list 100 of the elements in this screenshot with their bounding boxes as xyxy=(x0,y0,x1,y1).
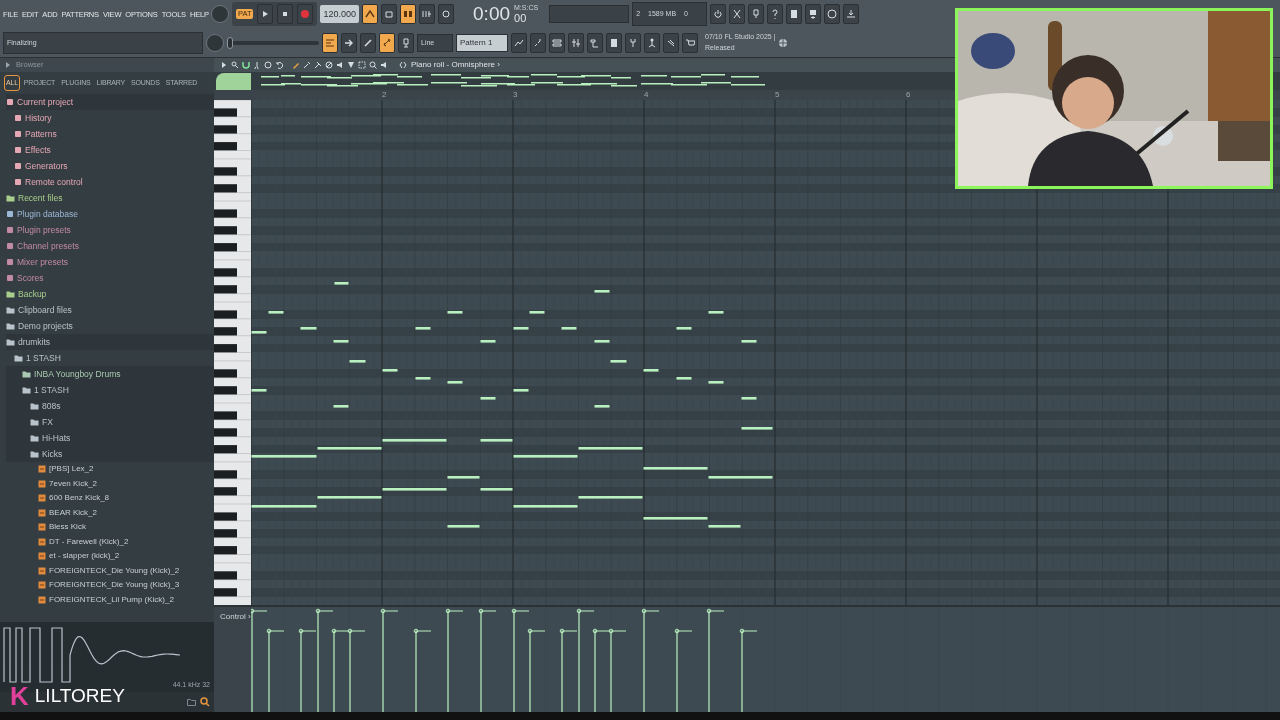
note[interactable] xyxy=(480,439,513,442)
note[interactable] xyxy=(578,447,643,450)
velocity-bar[interactable] xyxy=(315,608,334,712)
velocity-bar[interactable] xyxy=(706,608,725,712)
piano-keyboard-drawing[interactable] xyxy=(214,100,251,605)
browser-item[interactable]: FX xyxy=(6,414,214,430)
velocity-bar[interactable] xyxy=(527,628,546,712)
performance-button[interactable] xyxy=(644,32,660,53)
note[interactable] xyxy=(447,476,480,479)
globe-icon[interactable] xyxy=(778,37,789,48)
search-icon[interactable] xyxy=(200,697,210,707)
speaker-icon[interactable] xyxy=(336,61,344,69)
browser-item[interactable]: [PBS] Lex_2 xyxy=(6,462,214,477)
plugin-button[interactable] xyxy=(625,32,641,53)
velocity-bar[interactable] xyxy=(739,628,758,712)
chat-button[interactable] xyxy=(824,4,841,25)
mixer-button[interactable] xyxy=(568,32,584,53)
note[interactable] xyxy=(676,377,692,380)
browser-item[interactable]: 7even Kick_2 xyxy=(6,476,214,491)
note[interactable] xyxy=(333,405,349,408)
step-edit-button[interactable] xyxy=(419,4,436,25)
note[interactable] xyxy=(333,340,349,343)
folder-icon[interactable] xyxy=(187,698,196,706)
browser-item[interactable]: Current project xyxy=(6,94,214,110)
playlist-button[interactable] xyxy=(606,32,622,53)
note[interactable] xyxy=(594,290,610,293)
note[interactable] xyxy=(251,505,317,508)
velocity-bar[interactable] xyxy=(576,608,595,712)
expand-icon[interactable] xyxy=(4,61,12,69)
blend-notes-button[interactable] xyxy=(322,32,338,53)
note[interactable] xyxy=(676,327,692,330)
note[interactable] xyxy=(349,360,366,363)
pencil-icon[interactable] xyxy=(292,61,300,69)
select-icon[interactable] xyxy=(358,61,366,69)
channel-switch-icon[interactable] xyxy=(399,61,407,69)
browser-item[interactable]: Kicks xyxy=(6,446,214,462)
slider-thumb[interactable] xyxy=(227,36,233,49)
note[interactable] xyxy=(610,360,627,363)
hand-button[interactable] xyxy=(663,32,679,53)
browser-item[interactable]: Recent files xyxy=(6,190,214,206)
tempo-field[interactable]: 120.000 xyxy=(320,5,360,24)
velocity-bar[interactable] xyxy=(511,608,530,712)
velocity-bar[interactable] xyxy=(445,608,464,712)
magnet-icon[interactable] xyxy=(242,61,250,69)
pattern-selector[interactable]: Pattern 1 xyxy=(456,33,508,52)
note[interactable] xyxy=(317,447,382,450)
note[interactable] xyxy=(382,488,447,491)
note[interactable] xyxy=(578,496,643,499)
browser-item[interactable]: Patterns xyxy=(6,126,214,142)
note[interactable] xyxy=(415,377,431,380)
velocity-bar[interactable] xyxy=(298,628,317,712)
note[interactable] xyxy=(643,369,659,372)
note[interactable] xyxy=(300,327,317,330)
velocity-bar[interactable] xyxy=(380,608,399,712)
browser-item[interactable]: FOREIGNTECK_Die Young (Kick)_3 xyxy=(6,578,214,593)
play-button[interactable] xyxy=(257,4,274,25)
browser-item[interactable]: 1 STASH xyxy=(6,350,214,366)
browser-item[interactable]: Clipboard files xyxy=(6,302,214,318)
browser-item[interactable]: 600 Benz Kick_8 xyxy=(6,491,214,506)
circle-icon[interactable] xyxy=(264,61,272,69)
pen-tool-button[interactable] xyxy=(360,32,376,53)
note[interactable] xyxy=(480,488,513,491)
browser-item[interactable]: Demo projects xyxy=(6,318,214,334)
graph-button[interactable] xyxy=(511,32,527,53)
undo-button[interactable] xyxy=(710,4,727,25)
note[interactable] xyxy=(513,327,529,330)
browser-item[interactable]: History xyxy=(6,110,214,126)
cart-button[interactable] xyxy=(682,32,698,53)
control-label[interactable]: Control › xyxy=(214,607,251,712)
download-button[interactable] xyxy=(843,4,860,25)
note[interactable] xyxy=(447,381,463,384)
browser-item[interactable]: DT - Farewell (Kick)_2 xyxy=(6,534,214,549)
zoom-icon[interactable] xyxy=(369,61,377,69)
save-new-button[interactable] xyxy=(805,4,822,25)
note[interactable] xyxy=(741,427,773,430)
note[interactable] xyxy=(643,467,708,470)
save-button[interactable] xyxy=(786,4,803,25)
browser-item[interactable]: INBA Youngboy Drums xyxy=(6,366,214,382)
velocity-bar[interactable] xyxy=(674,628,693,712)
stop-button[interactable] xyxy=(277,4,294,25)
velocity-bar[interactable] xyxy=(559,628,578,712)
note[interactable] xyxy=(382,369,398,372)
note[interactable] xyxy=(513,455,578,458)
metronome-button[interactable] xyxy=(362,4,379,25)
note[interactable] xyxy=(594,340,610,343)
note[interactable] xyxy=(251,455,317,458)
browser-item[interactable]: Effects xyxy=(6,142,214,158)
audio-input-button[interactable] xyxy=(398,32,414,53)
velocity-bar[interactable] xyxy=(347,628,366,712)
note[interactable] xyxy=(708,525,741,528)
browser-item[interactable]: Bless Kick xyxy=(6,520,214,535)
multilink-button[interactable] xyxy=(379,32,395,53)
note[interactable] xyxy=(529,311,545,314)
browser-item[interactable]: Mixer presets xyxy=(6,254,214,270)
note[interactable] xyxy=(708,311,724,314)
browser-item[interactable]: Remote control xyxy=(6,174,214,190)
note[interactable] xyxy=(708,381,724,384)
note[interactable] xyxy=(382,439,447,442)
typing-keyboard-button[interactable] xyxy=(341,32,357,53)
note[interactable] xyxy=(708,476,773,479)
